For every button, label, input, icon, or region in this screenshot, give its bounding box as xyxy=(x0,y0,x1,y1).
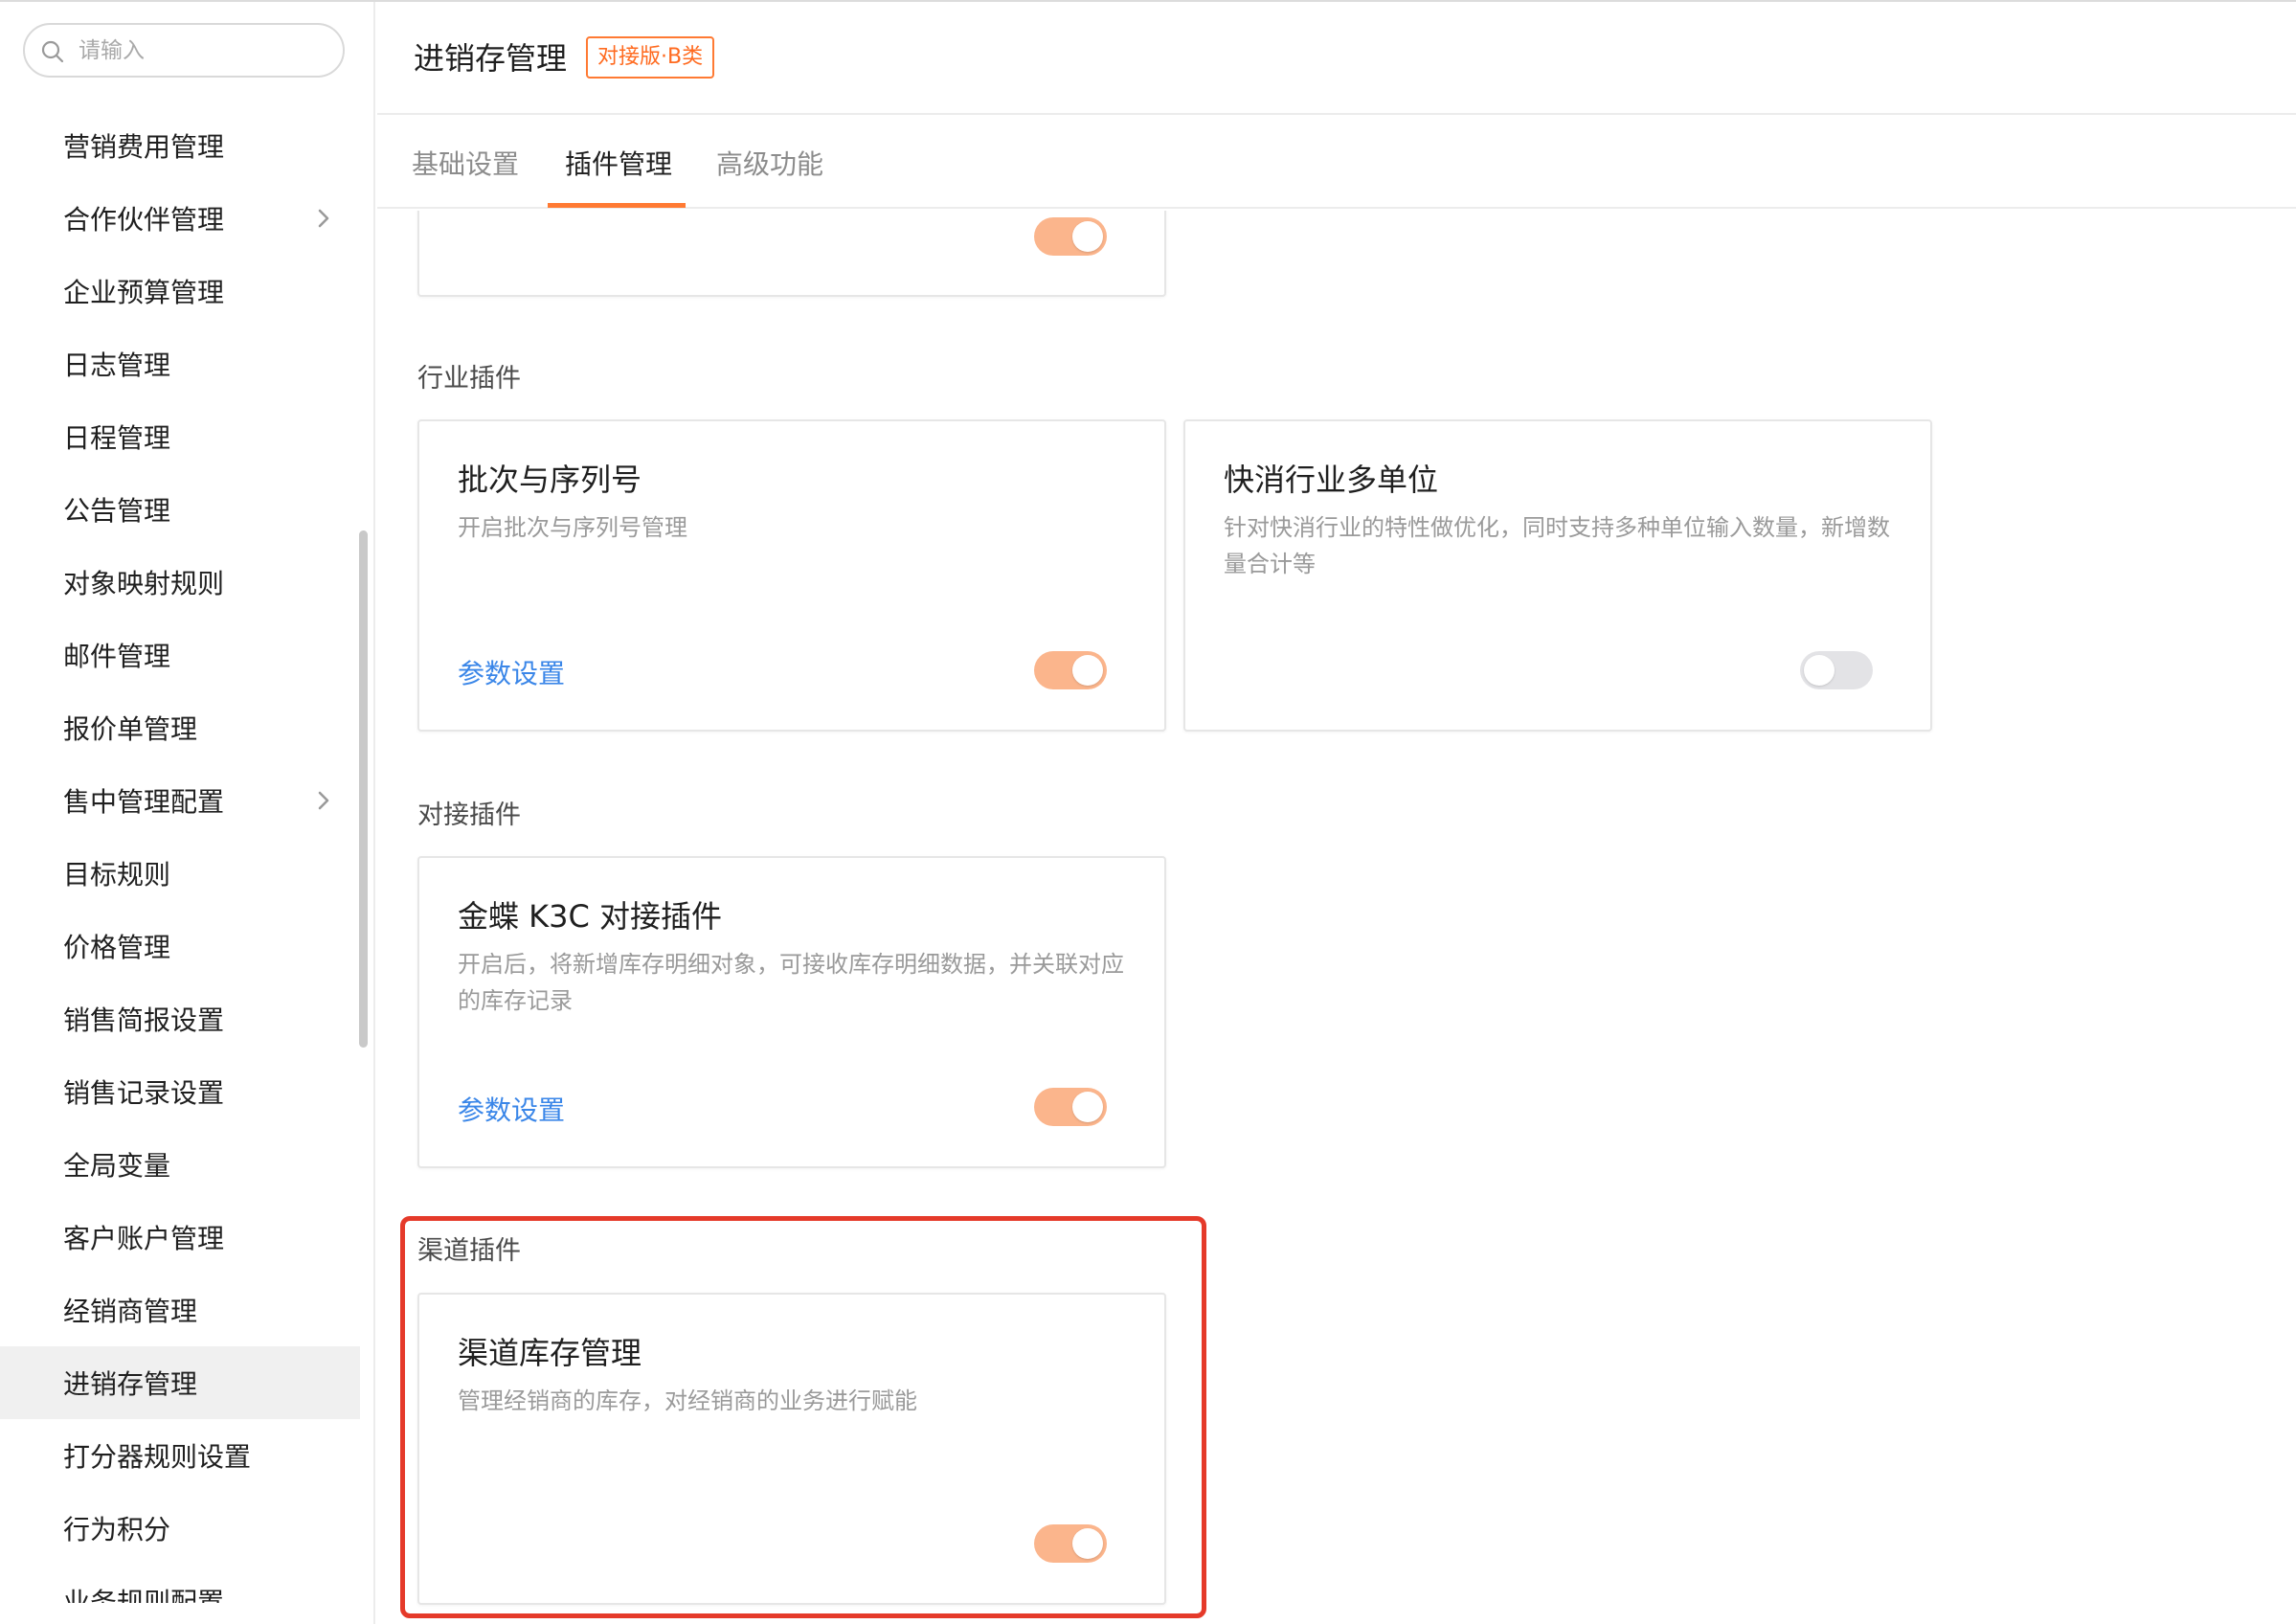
plugin-card-channel-inventory: 渠道库存管理 管理经销商的库存，对经销商的业务进行赋能 xyxy=(417,1293,1166,1605)
sidebar-item[interactable]: 公告管理 xyxy=(0,473,360,546)
sidebar-item[interactable]: 日志管理 xyxy=(0,327,360,400)
tab-advanced-features[interactable]: 高级功能 xyxy=(716,144,823,182)
sidebar-nav: 营销费用管理 合作伙伴管理 企业预算管理 日志管理日程管理公告管理对象映射规则 邮件管理… xyxy=(0,109,360,1603)
plugin-toggle-kingdee-k3c[interactable] xyxy=(1034,1088,1107,1126)
search-box[interactable] xyxy=(23,23,345,78)
sidebar-item[interactable]: 全局变量 xyxy=(0,1128,360,1201)
sidebar-item[interactable]: 进销存管理 xyxy=(0,1346,360,1419)
sidebar-item[interactable]: 报价单管理 xyxy=(0,691,360,764)
sidebar-item-label: 公告管理 xyxy=(63,495,171,527)
sidebar-item[interactable]: 打分器规则设置 xyxy=(0,1419,360,1492)
chevron-right-icon xyxy=(318,209,329,228)
sidebar-item[interactable]: 邮件管理 xyxy=(0,619,360,691)
sidebar-item-label: 售中管理配置 xyxy=(63,786,225,818)
sidebar-item[interactable]: 企业预算管理 xyxy=(0,255,360,327)
sidebar-item-label: 业务规则配置 xyxy=(63,1587,225,1603)
section-title-integration: 对接插件 xyxy=(417,801,521,830)
section-title-channel: 渠道插件 xyxy=(417,1236,521,1266)
plugin-card-fmcg-multi-unit: 快消行业多单位 针对快消行业的特性做优化，同时支持多种单位输入数量，新增数量合计… xyxy=(1183,419,1932,732)
sidebar-item-label: 销售记录设置 xyxy=(63,1077,225,1109)
search-input[interactable] xyxy=(79,34,327,67)
card-title: 批次与序列号 xyxy=(458,462,642,498)
plugin-card-batch-serial: 批次与序列号 开启批次与序列号管理 参数设置 xyxy=(417,419,1166,732)
sidebar-item-label: 日志管理 xyxy=(63,350,171,381)
search-icon xyxy=(41,40,64,63)
card-title: 快消行业多单位 xyxy=(1224,462,1439,498)
sidebar-item-label: 目标规则 xyxy=(63,859,171,891)
version-badge: 对接版·B类 xyxy=(586,36,715,79)
sidebar-item-label: 进销存管理 xyxy=(63,1368,198,1400)
sidebar-item[interactable]: 客户账户管理 xyxy=(0,1201,360,1274)
sidebar-item-label: 营销费用管理 xyxy=(63,131,225,163)
sidebar-item-label: 报价单管理 xyxy=(63,713,198,745)
card-description: 开启后，将新增库存明细对象，可接收库存明细数据，并关联对应的库存记录 xyxy=(458,951,1124,1014)
main-panel: 进销存管理 对接版·B类 基础设置 插件管理 高级功能 行业插件 批次与序列号 … xyxy=(377,2,2296,1624)
plugin-card-kingdee-k3c: 金蝶 K3C 对接插件 开启后，将新增库存明细对象，可接收库存明细数据，并关联对… xyxy=(417,856,1166,1168)
section-title-industry: 行业插件 xyxy=(417,364,521,394)
card-title: 金蝶 K3C 对接插件 xyxy=(458,898,723,935)
sidebar-item[interactable]: 日程管理 xyxy=(0,400,360,473)
sidebar-item[interactable]: 销售记录设置 xyxy=(0,1055,360,1128)
sidebar-item-label: 经销商管理 xyxy=(63,1296,198,1327)
tab-plugin-management[interactable]: 插件管理 xyxy=(565,144,672,182)
plugin-toggle-channel-inventory[interactable] xyxy=(1034,1524,1107,1563)
page-header: 进销存管理 对接版·B类 xyxy=(377,2,2296,115)
tab-bar: 基础设置 插件管理 高级功能 xyxy=(377,117,2296,209)
sidebar-item[interactable]: 经销商管理 xyxy=(0,1274,360,1346)
sidebar-item[interactable]: 业务规则配置 xyxy=(0,1565,360,1603)
sidebar-item-label: 企业预算管理 xyxy=(63,277,225,308)
sidebar-item-label: 全局变量 xyxy=(63,1150,171,1182)
sidebar-item-label: 打分器规则设置 xyxy=(63,1441,252,1473)
active-tab-indicator xyxy=(548,203,686,208)
param-settings-link[interactable]: 参数设置 xyxy=(458,1090,565,1128)
sidebar-item[interactable]: 价格管理 xyxy=(0,910,360,982)
sidebar-item[interactable]: 目标规则 xyxy=(0,837,360,910)
sidebar-item-label: 日程管理 xyxy=(63,422,171,454)
plugin-toggle-fmcg-multi-unit[interactable] xyxy=(1800,651,1873,689)
sidebar-item-label: 合作伙伴管理 xyxy=(63,204,225,236)
sidebar-item[interactable]: 销售简报设置 xyxy=(0,982,360,1055)
page-title: 进销存管理 xyxy=(414,40,568,77)
sidebar-item[interactable]: 行为积分 xyxy=(0,1492,360,1565)
card-description: 开启批次与序列号管理 xyxy=(458,514,687,541)
chevron-right-icon xyxy=(318,791,329,810)
sidebar-item[interactable]: 售中管理配置 xyxy=(0,764,360,837)
sidebar-scrollbar[interactable] xyxy=(359,530,368,1048)
param-settings-link[interactable]: 参数设置 xyxy=(458,653,565,691)
sidebar-item-label: 价格管理 xyxy=(63,932,171,963)
sidebar-item[interactable]: 营销费用管理 xyxy=(0,109,360,182)
card-description: 管理经销商的库存，对经销商的业务进行赋能 xyxy=(458,1387,917,1414)
sidebar-item[interactable]: 对象映射规则 xyxy=(0,546,360,619)
sidebar: 营销费用管理合作伙伴管理企业预算管理日志管理日程管理公告管理对象映射规则邮件管理… xyxy=(0,2,375,1624)
plugin-card-partial xyxy=(417,211,1166,297)
sidebar-item-label: 邮件管理 xyxy=(63,641,171,672)
tab-basic-settings[interactable]: 基础设置 xyxy=(412,144,519,182)
plugin-toggle-partial[interactable] xyxy=(1034,217,1107,256)
card-description: 针对快消行业的特性做优化，同时支持多种单位输入数量，新增数量合计等 xyxy=(1224,514,1890,577)
sidebar-item-label: 行为积分 xyxy=(63,1514,171,1545)
sidebar-item-label: 客户账户管理 xyxy=(63,1223,225,1254)
sidebar-item-label: 销售简报设置 xyxy=(63,1004,225,1036)
plugin-content: 行业插件 批次与序列号 开启批次与序列号管理 参数设置 快消行业多单位 针对快消… xyxy=(377,211,2296,1624)
sidebar-item-label: 对象映射规则 xyxy=(63,568,225,599)
plugin-toggle-batch-serial[interactable] xyxy=(1034,651,1107,689)
card-title: 渠道库存管理 xyxy=(458,1335,642,1371)
sidebar-item[interactable]: 合作伙伴管理 xyxy=(0,182,360,255)
